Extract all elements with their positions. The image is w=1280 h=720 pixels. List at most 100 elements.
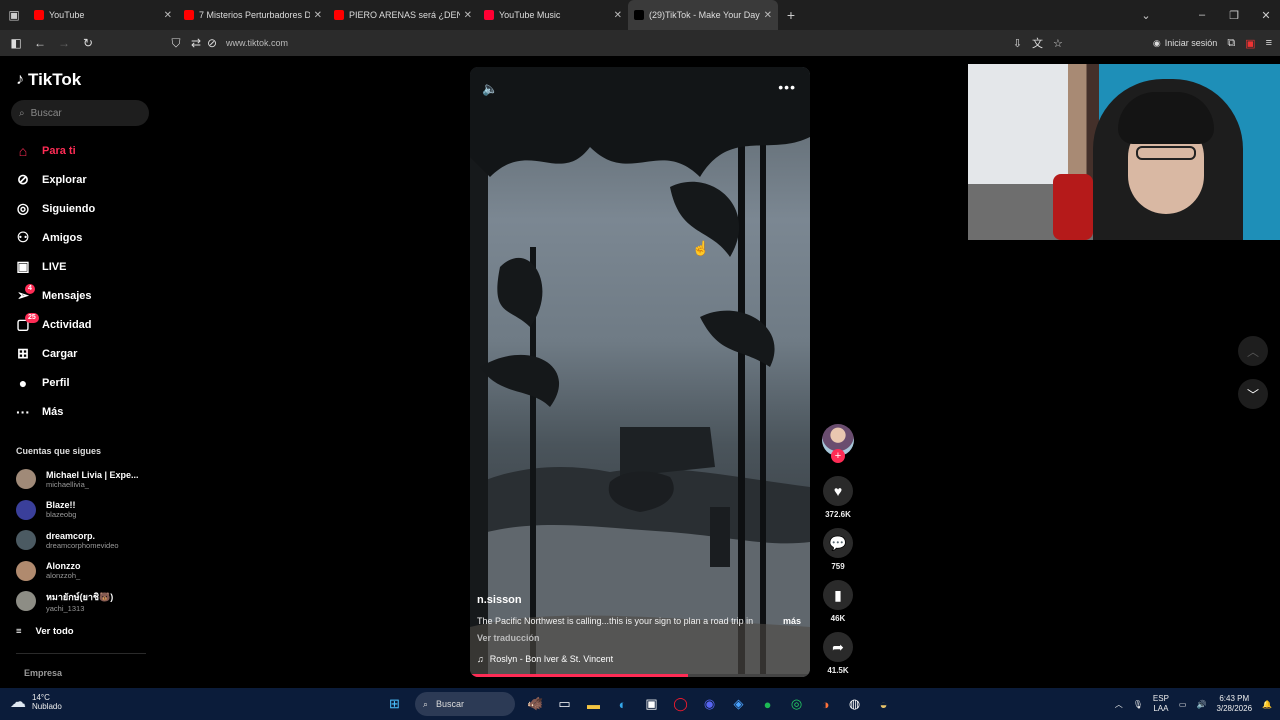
steam-icon[interactable]: ◈ bbox=[724, 688, 753, 720]
search-input[interactable]: ⌕ Buscar bbox=[11, 100, 149, 126]
browser-tab[interactable]: PIERO ARENAS será ¿DENUN ✕ bbox=[328, 0, 478, 30]
mic-icon[interactable]: 🎙 bbox=[1133, 700, 1143, 709]
music-info[interactable]: ♫ Roslyn - Bon Iver & St. Vincent bbox=[477, 654, 613, 664]
nav-item[interactable]: ··· Más bbox=[14, 397, 154, 426]
file-explorer-icon[interactable]: ▬ bbox=[579, 688, 608, 720]
weather-widget[interactable]: ☁ 14°C Nublado bbox=[10, 692, 62, 712]
see-all-button[interactable]: ≡ Ver todo bbox=[16, 626, 74, 637]
display-icon[interactable]: ▭ bbox=[1179, 700, 1187, 709]
taskbar-search-label: Buscar bbox=[436, 699, 465, 709]
previous-video-button[interactable]: ︿ bbox=[1238, 336, 1268, 366]
nav-item[interactable]: ➢ Mensajes 4 bbox=[14, 281, 154, 310]
account-username: blazeobg bbox=[46, 510, 77, 520]
tracking-icon: ⊘ bbox=[206, 36, 218, 50]
language-indicator[interactable]: ESP LAA bbox=[1153, 694, 1169, 714]
tab-close-icon[interactable]: ✕ bbox=[164, 10, 172, 21]
nav-item[interactable]: ⌂ Para ti bbox=[14, 136, 154, 165]
notification-bell-icon[interactable]: 🔔 bbox=[1262, 700, 1272, 709]
store-icon[interactable]: ▣ bbox=[637, 688, 666, 720]
app-icon[interactable]: ◒ bbox=[869, 688, 898, 720]
see-translation-link[interactable]: Ver traducción bbox=[477, 633, 540, 643]
video-player[interactable]: 🔈 ••• n.sisson The Pacific Northwest is … bbox=[470, 67, 810, 677]
task-view-icon[interactable]: ▭ bbox=[550, 688, 579, 720]
discord-icon[interactable]: ◉ bbox=[695, 688, 724, 720]
company-link[interactable]: Empresa bbox=[24, 668, 62, 678]
following-account[interactable]: Alonzzo alonzzoh_ bbox=[16, 556, 156, 587]
follow-plus-icon[interactable]: + bbox=[831, 449, 845, 463]
volume-tray-icon[interactable]: 🔊 bbox=[1196, 700, 1206, 709]
logo-text: TikTok bbox=[28, 70, 82, 89]
whatsapp-icon[interactable]: ◎ bbox=[782, 688, 811, 720]
bookmark-star-icon[interactable]: ☆ bbox=[1053, 37, 1063, 50]
tab-close-icon[interactable]: ✕ bbox=[464, 10, 472, 21]
nav-item[interactable]: ▣ LIVE bbox=[14, 252, 154, 281]
minimize-button[interactable]: – bbox=[1186, 9, 1218, 21]
forward-button[interactable]: → bbox=[52, 36, 76, 50]
tab-close-icon[interactable]: ✕ bbox=[764, 10, 772, 21]
opera-icon[interactable]: ◯ bbox=[666, 688, 695, 720]
tab-overview-icon[interactable]: ▣ bbox=[0, 0, 28, 30]
nav-item[interactable]: ⊞ Cargar bbox=[14, 339, 154, 368]
browser-tab[interactable]: 7 Misterios Perturbadores D ✕ bbox=[178, 0, 328, 30]
tab-dropdown-icon[interactable]: ⌄ bbox=[1130, 9, 1162, 22]
menu-icon[interactable]: ≡ bbox=[1266, 37, 1272, 49]
widget-app-icon[interactable]: 🐗 bbox=[521, 688, 550, 720]
creator-avatar[interactable]: + bbox=[822, 424, 854, 463]
windows-start-icon[interactable]: ⊞ bbox=[380, 688, 409, 720]
login-button[interactable]: ◉ Iniciar sesión bbox=[1153, 38, 1217, 49]
browser-tab[interactable]: YouTube Music ✕ bbox=[478, 0, 628, 30]
nav-item[interactable]: ⚇ Amigos bbox=[14, 223, 154, 252]
video-progress-bar[interactable] bbox=[470, 674, 810, 677]
following-account[interactable]: dreamcorp. dreamcorphomevideo bbox=[16, 525, 156, 556]
browser-tab[interactable]: (29)TikTok - Make Your Day ✕ bbox=[628, 0, 778, 30]
reload-button[interactable]: ↻ bbox=[76, 36, 100, 50]
site-settings-icon[interactable]: ⇄ bbox=[188, 36, 204, 50]
nav-item[interactable]: ● Perfil bbox=[14, 368, 154, 397]
following-account[interactable]: หมายักษ์(ยาชิ🐻) yachi_1313 bbox=[16, 586, 156, 617]
url-field[interactable]: www.tiktok.com bbox=[226, 38, 288, 48]
browser-tab[interactable]: YouTube ✕ bbox=[28, 0, 178, 30]
nav-label: Cargar bbox=[42, 347, 78, 360]
save-button[interactable]: ▮ 46K bbox=[820, 580, 856, 623]
extension-badge-icon[interactable]: ▣ bbox=[1245, 37, 1255, 50]
spotify-icon[interactable]: ● bbox=[753, 688, 782, 720]
edge-icon[interactable]: ◐ bbox=[608, 688, 637, 720]
like-button[interactable]: ♥ 372.6K bbox=[820, 476, 856, 519]
nav-item[interactable]: ⊘ Explorar bbox=[14, 165, 154, 194]
caption-more-button[interactable]: más bbox=[783, 616, 801, 626]
next-video-button[interactable]: ﹀ bbox=[1238, 379, 1268, 409]
following-account[interactable]: Michael Livia | Expe... michaellivia_ bbox=[16, 464, 156, 495]
following-account[interactable]: Blaze!! blazeobg bbox=[16, 495, 156, 526]
maximize-button[interactable]: ❐ bbox=[1218, 9, 1250, 22]
address-bar: ◧ ← → ↻ ⛉ ⇄ ⊘ www.tiktok.com ⇩ 文 ☆ ◉ Inic… bbox=[0, 30, 1280, 56]
volume-icon[interactable]: 🔈 bbox=[482, 81, 498, 97]
weather-temp: 14°C bbox=[32, 693, 50, 702]
firefox-icon[interactable]: ◑ bbox=[811, 688, 840, 720]
install-icon[interactable]: ⇩ bbox=[1013, 37, 1022, 50]
sidebar-toggle-icon[interactable]: ◧ bbox=[4, 36, 28, 50]
tiktok-logo[interactable]: ♪ TikTok bbox=[16, 70, 81, 90]
webcam-glasses bbox=[1136, 146, 1196, 160]
nav-item[interactable]: ▢ Actividad 25 bbox=[14, 310, 154, 339]
comment-button[interactable]: 💬 759 bbox=[820, 528, 856, 571]
account-username: dreamcorphomevideo bbox=[46, 540, 119, 550]
clock[interactable]: 6:43 PM 3/28/2026 bbox=[1216, 694, 1252, 714]
close-window-button[interactable]: ✕ bbox=[1250, 9, 1280, 22]
extensions-icon[interactable]: ⧉ bbox=[1227, 37, 1235, 50]
new-tab-button[interactable]: + bbox=[778, 7, 804, 23]
following-section-title: Cuentas que sigues bbox=[16, 446, 102, 456]
tab-close-icon[interactable]: ✕ bbox=[614, 10, 622, 21]
taskbar-search[interactable]: ⌕ Buscar bbox=[415, 692, 515, 716]
tab-close-icon[interactable]: ✕ bbox=[314, 10, 322, 21]
more-options-icon[interactable]: ••• bbox=[778, 79, 796, 95]
avatar bbox=[16, 530, 36, 551]
video-author[interactable]: n.sisson bbox=[477, 594, 522, 606]
back-button[interactable]: ← bbox=[28, 36, 52, 50]
obs-icon[interactable]: ◍ bbox=[840, 688, 869, 720]
share-button[interactable]: ➦ 41.5K bbox=[820, 632, 856, 675]
avatar bbox=[16, 499, 36, 520]
tray-expand-icon[interactable]: ︿ bbox=[1115, 699, 1123, 710]
translate-icon[interactable]: 文 bbox=[1032, 35, 1043, 51]
nav-item[interactable]: ◎ Siguiendo bbox=[14, 194, 154, 223]
shield-icon[interactable]: ⛉ bbox=[164, 36, 188, 51]
